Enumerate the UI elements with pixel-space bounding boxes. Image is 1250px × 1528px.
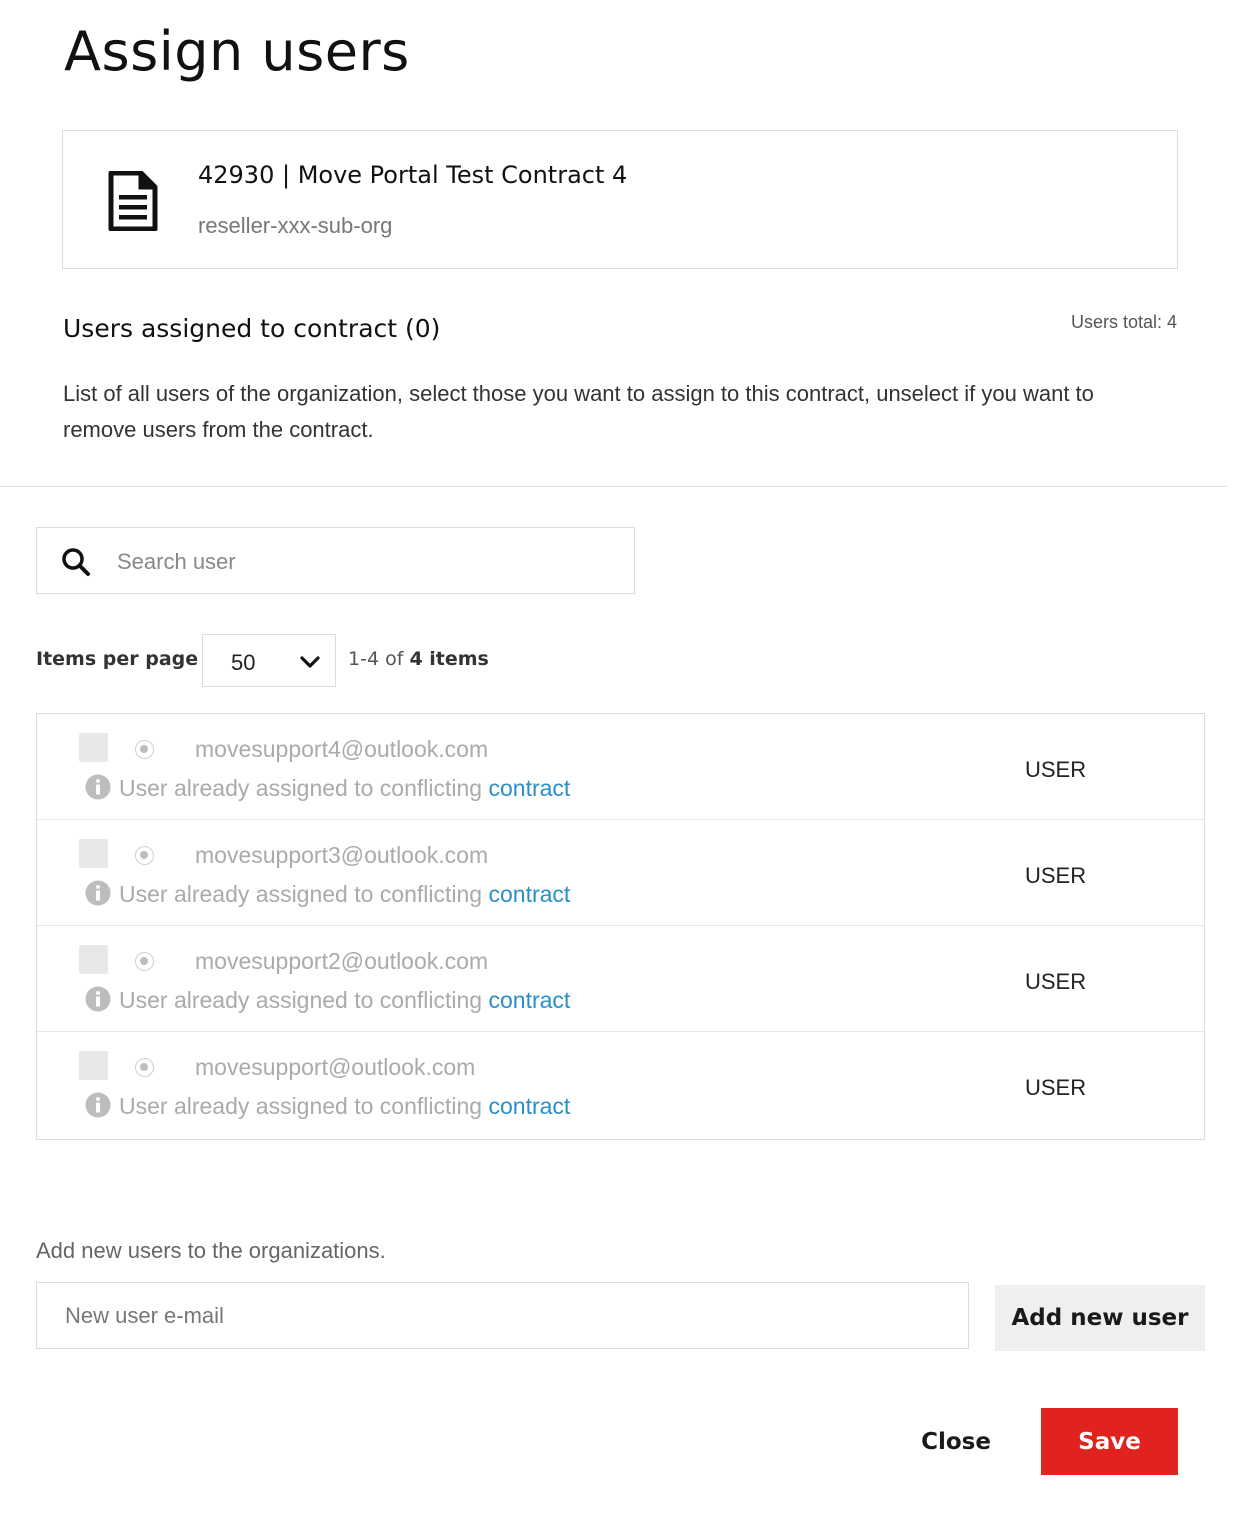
user-email: movesupport@outlook.com	[195, 1054, 476, 1080]
chevron-down-icon	[300, 656, 320, 668]
user-table: movesupport4@outlook.com User already as…	[36, 713, 1205, 1140]
contract-org: reseller-xxx-sub-org	[198, 213, 393, 238]
range-prefix: 1-4 of	[348, 648, 404, 670]
info-icon	[85, 774, 111, 800]
search-input[interactable]	[117, 540, 617, 584]
conflict-contract-link[interactable]: contract	[488, 987, 570, 1013]
user-row: movesupport2@outlook.com User already as…	[37, 926, 1204, 1032]
user-radio[interactable]	[135, 952, 154, 971]
user-email: movesupport3@outlook.com	[195, 842, 489, 868]
conflict-text: User already assigned to conflicting	[119, 775, 483, 801]
conflict-message: User already assigned to conflicting con…	[119, 987, 570, 1014]
user-row: movesupport4@outlook.com User already as…	[37, 714, 1204, 820]
add-users-label: Add new users to the organizations.	[36, 1238, 386, 1263]
user-email: movesupport2@outlook.com	[195, 948, 489, 974]
new-user-email-field[interactable]	[36, 1282, 969, 1349]
user-role: USER	[1025, 969, 1087, 994]
items-per-page-value: 50	[231, 650, 256, 675]
user-email: movesupport4@outlook.com	[195, 736, 489, 762]
contract-name: 42930 | Move Portal Test Contract 4	[198, 161, 628, 189]
user-role: USER	[1025, 863, 1087, 888]
user-radio[interactable]	[135, 1058, 154, 1077]
assigned-users-heading: Users assigned to contract (0)	[63, 314, 441, 343]
document-icon	[108, 171, 158, 231]
section-divider	[0, 486, 1228, 487]
conflict-message: User already assigned to conflicting con…	[119, 775, 570, 802]
conflict-message: User already assigned to conflicting con…	[119, 1093, 570, 1120]
user-row: movesupport3@outlook.com User already as…	[37, 820, 1204, 926]
add-new-user-button[interactable]: Add new user	[995, 1285, 1205, 1351]
page-title: Assign users	[64, 20, 410, 83]
user-checkbox[interactable]	[79, 733, 108, 762]
pagination-range: 1-4 of 4 items	[348, 648, 489, 670]
users-total: Users total: 4	[1070, 312, 1177, 332]
save-button[interactable]: Save	[1041, 1408, 1178, 1475]
user-role: USER	[1025, 757, 1087, 782]
search-box[interactable]	[36, 527, 635, 594]
user-checkbox[interactable]	[79, 839, 108, 868]
info-icon	[85, 1092, 111, 1118]
info-icon	[85, 880, 111, 906]
conflict-text: User already assigned to conflicting	[119, 987, 483, 1013]
user-role: USER	[1025, 1075, 1087, 1100]
conflict-contract-link[interactable]: contract	[488, 1093, 570, 1119]
conflict-text: User already assigned to conflicting	[119, 881, 483, 907]
conflict-contract-link[interactable]: contract	[488, 881, 570, 907]
user-radio[interactable]	[135, 740, 154, 759]
range-total: 4 items	[409, 648, 489, 670]
close-button[interactable]: Close	[900, 1410, 1012, 1474]
user-row: movesupport@outlook.com User already ass…	[37, 1032, 1204, 1138]
assign-description: List of all users of the organization, s…	[63, 381, 1094, 442]
user-checkbox[interactable]	[79, 945, 108, 974]
search-icon	[62, 548, 90, 576]
items-per-page-label: Items per page	[36, 648, 199, 670]
user-radio[interactable]	[135, 846, 154, 865]
conflict-text: User already assigned to conflicting	[119, 1093, 483, 1119]
user-checkbox[interactable]	[79, 1051, 108, 1080]
conflict-contract-link[interactable]: contract	[488, 775, 570, 801]
conflict-message: User already assigned to conflicting con…	[119, 881, 570, 908]
items-per-page-select[interactable]: 50	[202, 634, 336, 687]
contract-card: 42930 | Move Portal Test Contract 4 rese…	[62, 130, 1178, 269]
info-icon	[85, 986, 111, 1012]
